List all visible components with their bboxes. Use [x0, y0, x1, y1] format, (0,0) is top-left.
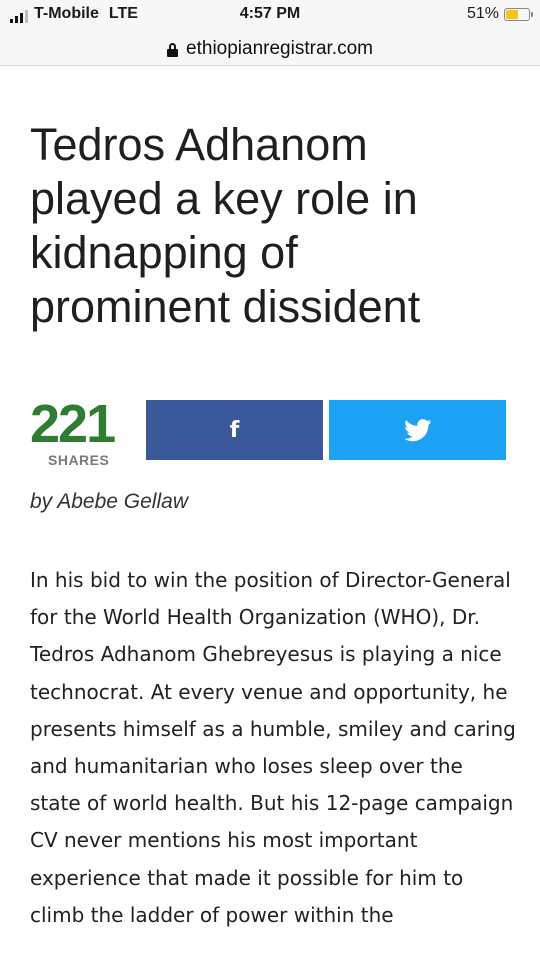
- address-bar[interactable]: ethiopianregistrar.com: [0, 32, 540, 66]
- battery-icon: [504, 7, 533, 21]
- battery-percent: 51%: [466, 5, 499, 22]
- facebook-icon: f: [229, 417, 240, 443]
- article-body: In his bid to win the position of Direct…: [30, 568, 516, 927]
- share-count: 221: [30, 394, 116, 454]
- battery-status: 51%: [466, 5, 533, 23]
- lock-icon: [167, 42, 179, 57]
- article-byline: by Abebe Gellaw: [30, 490, 188, 513]
- url-text[interactable]: ethiopianregistrar.com: [186, 38, 373, 60]
- share-counter: 221 SHARES: [30, 396, 130, 468]
- twitter-icon: [403, 418, 431, 441]
- clock: 4:57 PM: [239, 5, 301, 22]
- facebook-share-button[interactable]: f: [146, 400, 323, 460]
- status-bar: T-Mobile LTE 4:57 PM 51%: [0, 0, 540, 32]
- battery-fill: [506, 9, 519, 19]
- twitter-share-button[interactable]: [329, 400, 506, 460]
- share-count-label: SHARES: [48, 452, 110, 468]
- article-headline: Tedros Adhanom played a key role in kidn…: [30, 119, 421, 332]
